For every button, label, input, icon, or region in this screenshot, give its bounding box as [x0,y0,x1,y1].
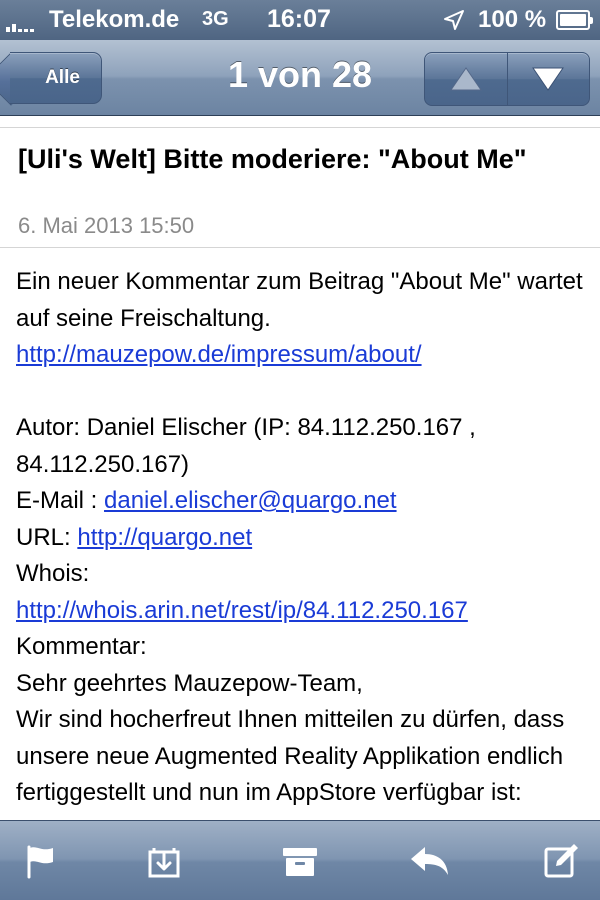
battery-percent: 100 % [478,6,547,33]
message-position-title: 1 von 28 [227,54,373,95]
message-subject: [Uli's Welt] Bitte moderiere: "About Me" [18,144,527,174]
email-link[interactable]: daniel.elischer@quargo.net [104,487,397,514]
intro-text: Ein neuer Kommentar zum Beitrag "About M… [16,268,583,332]
message-navigation-control [424,52,590,106]
navigation-bar: Alle 1 von 28 [0,40,600,116]
comment-text: Wir sind hocherfreut Ihnen mitteilen zu … [16,706,565,806]
reply-icon [411,847,448,875]
reply-button[interactable] [405,837,453,885]
archive-icon [283,848,317,876]
compose-icon [544,844,578,878]
status-bar: Telekom.de 3G 16:07 100 % [0,0,600,40]
divider [0,247,600,248]
message-date: 6. Mai 2013 15:50 [18,213,195,238]
whois-label: Whois: [16,560,90,587]
previous-message-button[interactable] [425,53,507,105]
back-button[interactable]: Alle [10,52,102,104]
comment-greeting: Sehr geehrtes Mauzepow-Team, [16,669,363,697]
divider [0,127,600,128]
comment-label: Kommentar: [16,633,147,660]
whois-link[interactable]: http://whois.arin.net/rest/ip/84.112.250… [16,597,468,624]
bottom-toolbar [0,820,600,900]
clock: 16:07 [267,5,331,33]
down-triangle-icon [532,67,565,91]
flag-icon [27,845,53,879]
flag-button[interactable] [16,837,64,885]
next-message-button[interactable] [506,53,590,105]
move-folder-icon [148,848,180,878]
network-type: 3G [202,8,229,30]
compose-button[interactable] [538,837,586,885]
archive-button[interactable] [276,837,324,885]
author-line: Autor: Daniel Elischer (IP: 84.112.250.1… [16,414,476,478]
email-label: E-Mail : [16,487,105,514]
message-view[interactable]: [Uli's Welt] Bitte moderiere: "About Me"… [0,117,600,820]
carrier-name: Telekom.de [49,6,180,33]
back-button-label: Alle [45,67,80,88]
location-arrow-icon [444,10,464,30]
battery-icon [556,10,593,30]
url-link[interactable]: http://quargo.net [77,524,252,551]
message-body: Ein neuer Kommentar zum Beitrag "About M… [16,264,591,812]
up-triangle-icon [449,67,482,91]
move-to-folder-button[interactable] [140,837,188,885]
signal-strength-icon [6,12,34,32]
post-link[interactable]: http://mauzepow.de/impressum/about/ [16,341,422,368]
url-label: URL: [16,523,78,551]
